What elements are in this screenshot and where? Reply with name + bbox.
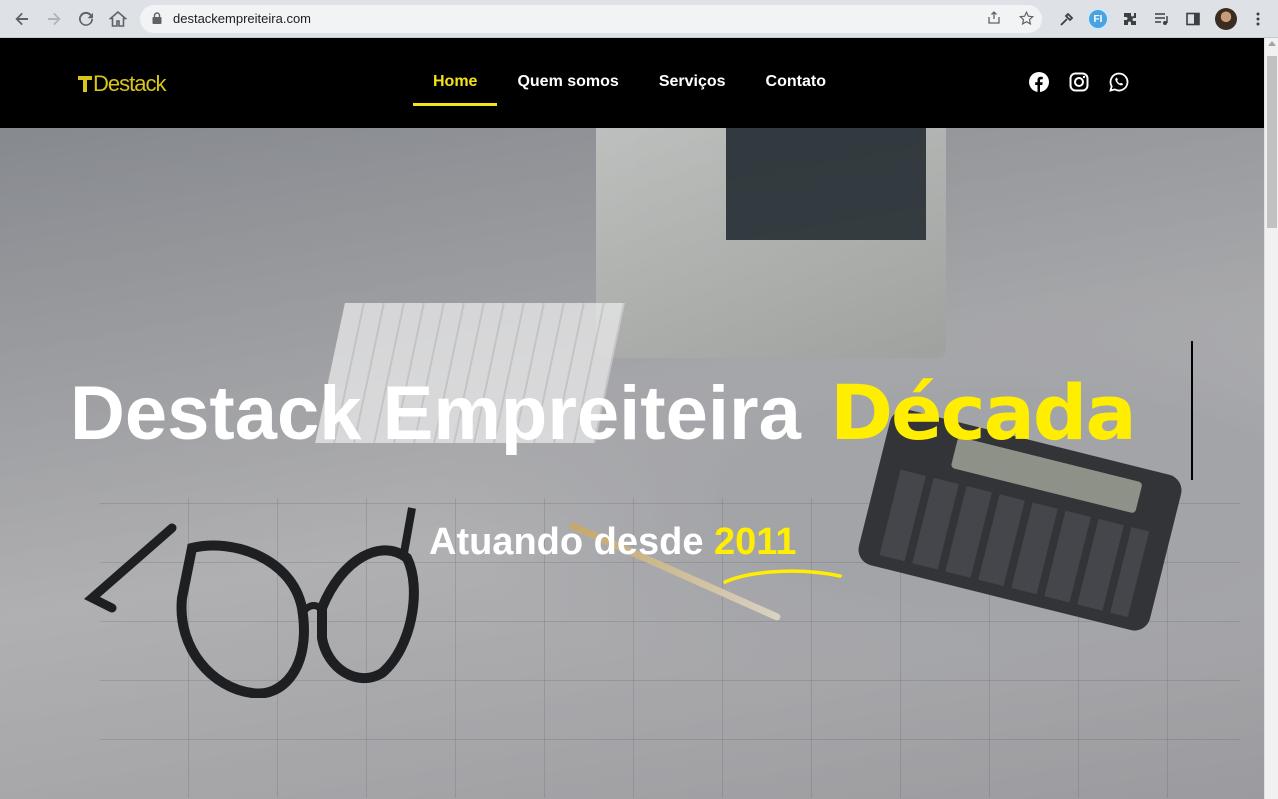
typing-cursor xyxy=(1191,341,1193,480)
hero-subtitle: Atuando desde 2011 xyxy=(429,521,796,564)
media-control-icon[interactable] xyxy=(1150,8,1172,30)
hero-title: Destack Empreiteira Década xyxy=(70,368,1137,457)
hero-title-text: Destack Empreiteira xyxy=(70,371,801,456)
reload-icon[interactable] xyxy=(74,7,98,31)
facebook-icon[interactable] xyxy=(1029,72,1049,92)
social-links xyxy=(1029,72,1129,92)
lock-icon xyxy=(152,12,162,24)
site-header: Destack Home Quem somos Serviços Contato xyxy=(0,38,1264,128)
logo-text: Destack xyxy=(93,71,166,96)
page-scrollbar[interactable] xyxy=(1264,38,1278,799)
logo-mark-icon xyxy=(78,76,92,92)
forward-icon[interactable] xyxy=(42,7,66,31)
url-text: destackempreiteira.com xyxy=(173,11,311,26)
logo[interactable]: Destack xyxy=(78,71,166,97)
hero-subtitle-text: Atuando desde xyxy=(429,521,704,563)
hero-subtitle-year: 2011 xyxy=(714,521,797,563)
home-icon[interactable] xyxy=(106,7,130,31)
fi-extension-icon[interactable]: FI xyxy=(1087,8,1109,30)
back-icon[interactable] xyxy=(10,7,34,31)
browser-toolbar: destackempreiteira.com FI xyxy=(0,0,1278,38)
glasses-image xyxy=(83,507,419,698)
puzzle-extensions-icon[interactable] xyxy=(1119,8,1141,30)
side-panel-icon[interactable] xyxy=(1182,8,1204,30)
monitor-image xyxy=(596,128,946,358)
nav-contato[interactable]: Contato xyxy=(746,60,846,106)
scroll-thumb[interactable] xyxy=(1267,56,1277,228)
nav-quem-somos[interactable]: Quem somos xyxy=(497,60,638,106)
profile-avatar[interactable] xyxy=(1215,8,1237,30)
eyedropper-extension-icon[interactable] xyxy=(1056,8,1078,30)
address-bar[interactable]: destackempreiteira.com xyxy=(140,5,1042,33)
share-icon[interactable] xyxy=(986,11,1002,27)
instagram-icon[interactable] xyxy=(1069,72,1089,92)
whatsapp-icon[interactable] xyxy=(1109,72,1129,92)
scroll-up-icon[interactable] xyxy=(1268,41,1276,46)
more-menu-icon[interactable] xyxy=(1247,8,1269,30)
nav-servicos[interactable]: Serviços xyxy=(639,60,746,106)
year-underline-swoosh xyxy=(723,569,842,584)
main-nav: Home Quem somos Serviços Contato xyxy=(413,60,846,106)
nav-home[interactable]: Home xyxy=(413,60,498,106)
hero-title-highlight: Década xyxy=(829,368,1137,457)
page-viewport: Destack Home Quem somos Serviços Contato xyxy=(0,38,1264,799)
hero-banner: Destack Empreiteira Década Atuando desde… xyxy=(0,128,1264,799)
star-icon[interactable] xyxy=(1018,10,1034,27)
